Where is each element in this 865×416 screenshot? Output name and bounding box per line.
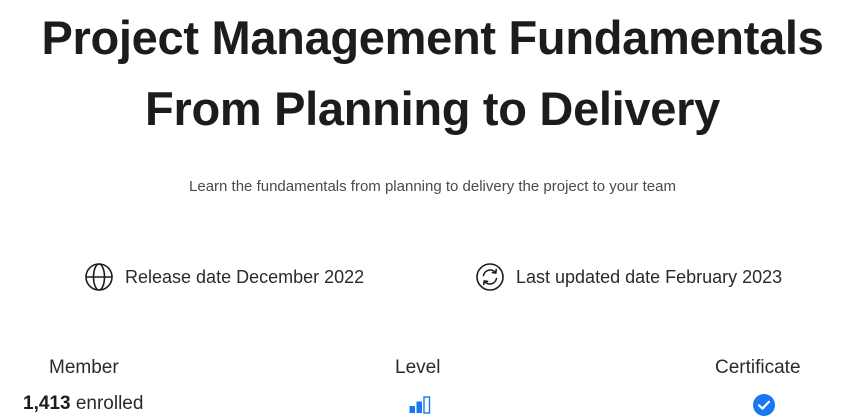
release-date: Release date December 2022 (84, 262, 364, 292)
course-title-line-2: From Planning to Delivery (145, 82, 720, 135)
enrolled-count: 1,413 (23, 393, 71, 414)
certificate-label: Certificate (715, 357, 801, 378)
release-date-text: Release date December 2022 (125, 266, 365, 287)
level-label: Level (395, 357, 441, 378)
check-circle-icon (753, 394, 775, 416)
last-updated-date: Last updated date February 2023 (475, 262, 782, 292)
level-bars-icon (409, 396, 431, 416)
course-title-line-1: Project Management Fundamentals (41, 11, 824, 64)
course-subtitle: Learn the fundamentals from planning to … (189, 178, 676, 195)
globe-icon (84, 262, 114, 292)
member-label: Member (49, 357, 119, 378)
member-value: 1,413 enrolled (23, 393, 143, 415)
last-updated-text: Last updated date February 2023 (516, 266, 783, 287)
refresh-icon (475, 262, 505, 292)
enrolled-suffix: enrolled (75, 393, 144, 414)
